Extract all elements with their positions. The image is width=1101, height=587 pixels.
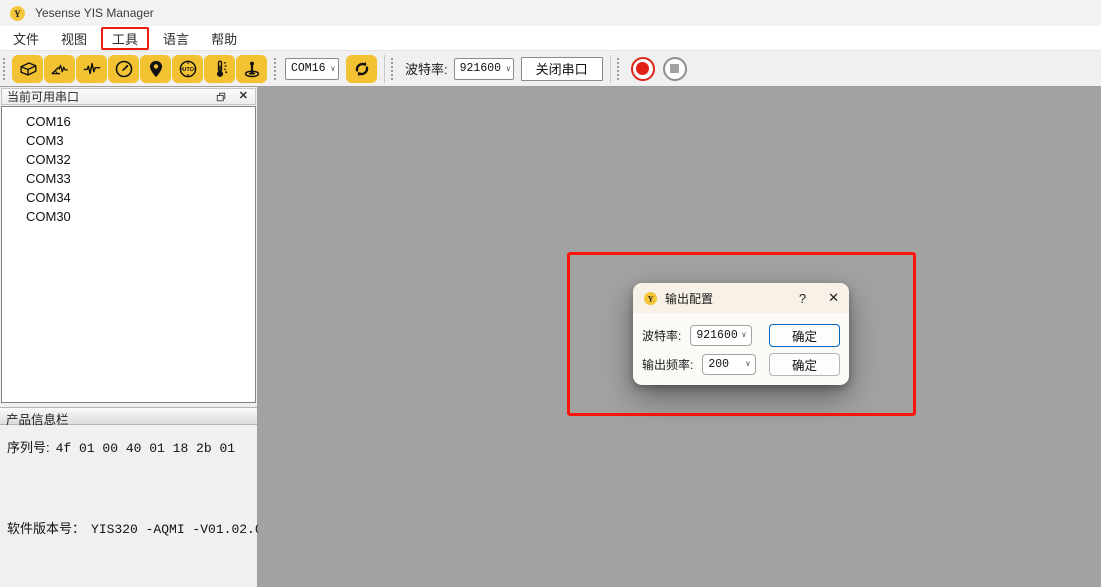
serial-number-label: 序列号: xyxy=(7,437,50,456)
port-select[interactable]: COM16 ∨ xyxy=(285,58,339,80)
dock-float-button[interactable] xyxy=(214,90,228,103)
main-area: 当前可用串口 ✕ COM16 COM3 COM32 COM33 COM34 CO… xyxy=(0,87,1101,587)
dialog-logo-icon: Y xyxy=(643,291,658,306)
svg-text:Y: Y xyxy=(14,9,21,19)
available-ports-list: COM16 COM3 COM32 COM33 COM34 COM30 xyxy=(1,106,256,403)
menubar: 文件 视图 工具 语言 帮助 xyxy=(0,26,1101,50)
close-serial-port-button[interactable]: 关闭串口 xyxy=(521,57,603,81)
stop-icon xyxy=(670,64,679,73)
refresh-icon xyxy=(351,58,373,80)
chevron-down-icon: ∨ xyxy=(746,359,751,369)
software-version-row: 软件版本号： YIS320 -AQMI -V01.02.03; xyxy=(7,518,250,537)
port-list-item[interactable]: COM3 xyxy=(2,131,255,150)
waveform-icon xyxy=(81,58,103,80)
toolbar: UTC COM16 ∨ 波特率: 921600 ∨ 关闭串口 xyxy=(0,50,1101,87)
joystick-icon xyxy=(241,58,263,80)
port-list-item[interactable]: COM33 xyxy=(2,169,255,188)
dialog-freq-label: 输出频率: xyxy=(642,356,693,373)
dock-header: 当前可用串口 ✕ xyxy=(1,88,256,105)
port-list-item[interactable]: COM30 xyxy=(2,207,255,226)
port-list-item[interactable]: COM32 xyxy=(2,150,255,169)
menu-view[interactable]: 视图 xyxy=(50,27,98,50)
dialog-baud-row: 波特率: 921600 ∨ 确定 xyxy=(642,323,840,347)
product-info-area: 序列号: 4f 01 00 40 01 18 2b 01 软件版本号： YIS3… xyxy=(0,425,257,587)
toolbar-separator xyxy=(610,55,611,83)
cube-icon xyxy=(17,58,39,80)
dock-title: 当前可用串口 xyxy=(7,88,79,105)
product-info-header: 产品信息栏 xyxy=(0,407,257,425)
serial-ports-dock: 当前可用串口 ✕ COM16 COM3 COM32 COM33 COM34 CO… xyxy=(0,87,258,587)
app-window: Y Yesense YIS Manager 文件 视图 工具 语言 帮助 UTC xyxy=(0,0,1101,587)
menu-file[interactable]: 文件 xyxy=(2,27,50,50)
workspace-canvas: Y 输出配置 ? ✕ 波特率: 921600 ∨ 确定 输出频率: xyxy=(258,87,1101,587)
dialog-freq-select[interactable]: 200 ∨ xyxy=(702,354,756,375)
thermometer-icon xyxy=(209,58,231,80)
output-config-dialog: Y 输出配置 ? ✕ 波特率: 921600 ∨ 确定 输出频率: xyxy=(633,283,849,385)
dialog-baud-select[interactable]: 921600 ∨ xyxy=(690,325,752,346)
stop-button[interactable] xyxy=(663,57,687,81)
record-icon xyxy=(636,62,649,75)
dialog-freq-row: 输出频率: 200 ∨ 确定 xyxy=(642,352,840,376)
svg-text:Y: Y xyxy=(648,294,654,303)
dock-close-button[interactable]: ✕ xyxy=(239,91,248,102)
titlebar: Y Yesense YIS Manager xyxy=(0,0,1101,26)
dialog-help-button[interactable]: ? xyxy=(793,291,812,306)
dialog-baud-label: 波特率: xyxy=(642,327,681,344)
toolbar-drag-handle[interactable] xyxy=(3,58,7,80)
float-window-icon xyxy=(215,91,227,103)
dialog-baud-value: 921600 xyxy=(696,329,737,342)
software-version-label: 软件版本号： xyxy=(7,518,85,537)
svg-text:UTC: UTC xyxy=(182,67,193,73)
port-select-value: COM16 xyxy=(291,62,326,75)
angle-wave-button[interactable] xyxy=(44,55,75,83)
waveform-button[interactable] xyxy=(76,55,107,83)
dialog-freq-value: 200 xyxy=(708,358,729,371)
thermometer-button[interactable] xyxy=(204,55,235,83)
menu-help[interactable]: 帮助 xyxy=(200,27,248,50)
gauge-button[interactable] xyxy=(108,55,139,83)
chevron-down-icon: ∨ xyxy=(506,64,511,74)
baud-rate-value: 921600 xyxy=(460,62,501,75)
record-button[interactable] xyxy=(631,57,655,81)
toolbar-drag-handle[interactable] xyxy=(274,58,278,80)
menu-language[interactable]: 语言 xyxy=(152,27,200,50)
toolbar-drag-handle[interactable] xyxy=(391,58,395,80)
app-logo-icon: Y xyxy=(9,5,26,22)
dialog-close-button[interactable]: ✕ xyxy=(828,290,839,306)
location-button[interactable] xyxy=(140,55,171,83)
dialog-baud-ok-button[interactable]: 确定 xyxy=(769,324,840,347)
angle-wave-icon xyxy=(49,58,71,80)
location-pin-icon xyxy=(145,58,167,80)
serial-number-row: 序列号: 4f 01 00 40 01 18 2b 01 xyxy=(7,437,250,456)
chevron-down-icon: ∨ xyxy=(742,330,747,340)
dialog-freq-ok-button[interactable]: 确定 xyxy=(769,353,840,376)
dialog-title: 输出配置 xyxy=(665,290,713,307)
toolbar-drag-handle[interactable] xyxy=(617,58,621,80)
utc-clock-button[interactable]: UTC xyxy=(172,55,203,83)
refresh-ports-button[interactable] xyxy=(346,55,377,83)
port-list-item[interactable]: COM16 xyxy=(2,112,255,131)
utc-clock-icon: UTC xyxy=(177,58,199,80)
cube-3d-button[interactable] xyxy=(12,55,43,83)
toolbar-separator xyxy=(384,55,385,83)
baud-rate-label: 波特率: xyxy=(405,59,448,78)
menu-tools[interactable]: 工具 xyxy=(101,27,149,50)
port-list-item[interactable]: COM34 xyxy=(2,188,255,207)
serial-number-value: 4f 01 00 40 01 18 2b 01 xyxy=(56,441,235,456)
joystick-button[interactable] xyxy=(236,55,267,83)
chevron-down-icon: ∨ xyxy=(331,64,336,74)
software-version-value: YIS320 -AQMI -V01.02.03; xyxy=(91,522,278,537)
window-title: Yesense YIS Manager xyxy=(35,6,154,20)
gauge-icon xyxy=(113,58,135,80)
baud-rate-select[interactable]: 921600 ∨ xyxy=(454,58,514,80)
dialog-titlebar: Y 输出配置 ? ✕ xyxy=(633,283,849,313)
